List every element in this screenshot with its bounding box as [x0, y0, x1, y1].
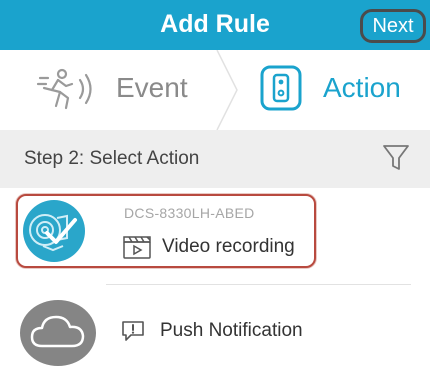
next-button[interactable]: Next — [360, 9, 426, 43]
camera-icon — [23, 200, 85, 262]
action-item-video-recording[interactable]: DCS-8330LH-ABED Video recording — [16, 194, 316, 268]
tab-action[interactable]: Action — [235, 50, 430, 130]
list-divider — [106, 284, 411, 285]
tab-event[interactable]: Event — [0, 50, 238, 130]
device-action-icon — [260, 65, 302, 111]
filter-icon[interactable] — [382, 143, 410, 173]
tab-action-label: Action — [323, 72, 401, 103]
cloud-icon — [20, 300, 96, 366]
notification-icon — [122, 321, 144, 341]
action-label: Video recording — [162, 236, 295, 257]
app-header: Add Rule Next — [0, 0, 430, 50]
section-title: Step 2: Select Action — [24, 148, 200, 169]
add-rule-screen: Add Rule Next Event Action Step 2: Selec… — [0, 0, 430, 367]
clapperboard-icon — [123, 236, 151, 259]
tab-event-label: Event — [116, 72, 188, 103]
action-label: Push Notification — [160, 320, 303, 341]
step-tabs: Event Action — [0, 50, 430, 180]
device-name: DCS-8330LH-ABED — [124, 205, 255, 221]
motion-detection-icon — [36, 68, 92, 110]
section-header: Step 2: Select Action — [0, 130, 430, 188]
